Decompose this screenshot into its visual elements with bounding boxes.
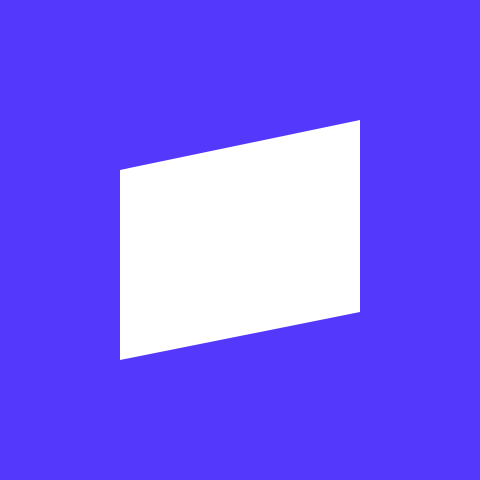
slanted-panel-shape — [120, 120, 360, 360]
app-icon-canvas — [0, 0, 480, 480]
slanted-panel-icon — [120, 120, 360, 360]
